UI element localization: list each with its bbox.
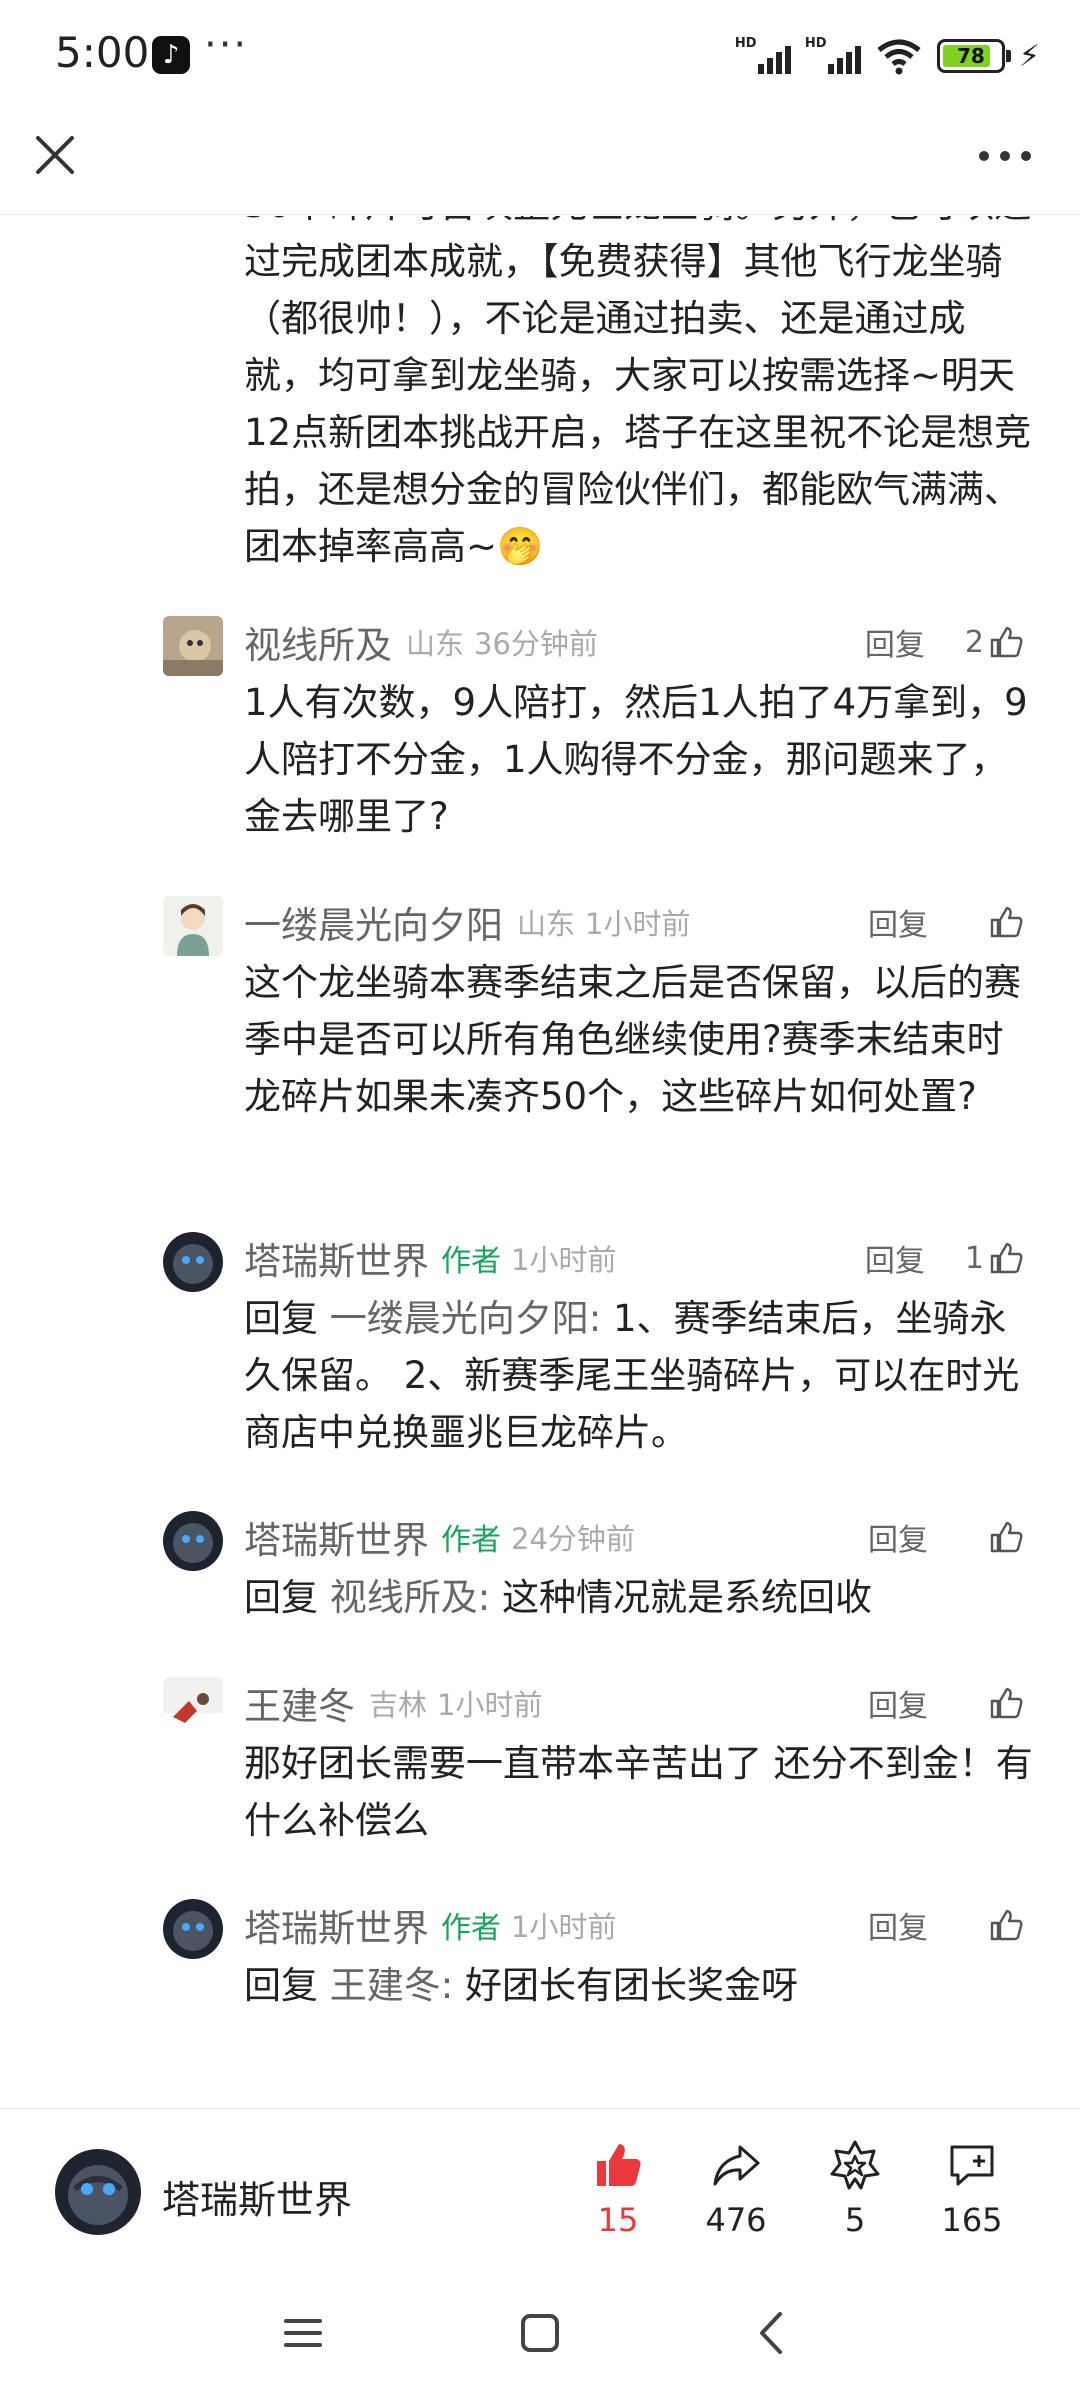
comment-author[interactable]: 塔瑞斯世界	[244, 1231, 429, 1285]
comment-time: 1小时前	[511, 1910, 617, 1944]
reply-button[interactable]: 回复	[868, 1903, 928, 1947]
system-nav-bar	[0, 2268, 1080, 2400]
author-badge: 作者	[441, 1523, 501, 1558]
tiktok-icon: ♪	[152, 36, 190, 74]
battery-icon: 78	[936, 39, 1011, 73]
comment-author[interactable]: 一缕晨光向夕阳	[244, 895, 503, 949]
comment-text: 这个龙坐骑本赛季结束之后是否保留，以后的赛季中是否可以所有角色继续使用?赛季末结…	[244, 961, 1021, 1118]
reply-button[interactable]: 回复	[868, 900, 928, 944]
back-icon[interactable]	[748, 2308, 798, 2358]
comment-text: 那好团长需要一直带本辛苦出了 还分不到金！有什么补偿么	[244, 1742, 1033, 1842]
favorite-count: 5	[844, 2201, 866, 2239]
avatar[interactable]	[163, 616, 223, 676]
post-text: 50个碎片可召唤整兆巨龙坐骑。另外，也可以通过完成团本成就，【免费获得】其他飞行…	[244, 216, 1032, 568]
reply-button[interactable]: 回复	[865, 620, 925, 664]
like-count: 2	[964, 624, 984, 660]
status-more-indicator: ···	[204, 22, 249, 68]
comment-button[interactable]: 165	[922, 2139, 1022, 2239]
reply-button[interactable]: 回复	[868, 1681, 928, 1725]
battery-level: 78	[957, 44, 985, 68]
mention-link[interactable]: 一缕晨光向夕阳:	[330, 1297, 601, 1340]
author-avatar[interactable]	[55, 2149, 141, 2235]
share-button[interactable]: 476	[686, 2139, 786, 2239]
thumbs-up-icon[interactable]	[988, 624, 1024, 660]
signal-icon: HD	[805, 36, 861, 76]
author-name[interactable]: 塔瑞斯世界	[162, 2169, 352, 2224]
favorite-button[interactable]: 5	[805, 2139, 905, 2239]
share-count: 476	[705, 2201, 767, 2239]
comment-feed[interactable]: 50个碎片可召唤整兆巨龙坐骑。另外，也可以通过完成团本成就，【免费获得】其他飞行…	[0, 216, 1080, 2106]
thumbs-up-icon[interactable]	[988, 1240, 1024, 1276]
comment-time: 1小时前	[585, 907, 691, 941]
like-count: 1	[964, 1240, 984, 1276]
comment-time: 1小时前	[437, 1688, 543, 1722]
mention-link[interactable]: 视线所及:	[330, 1576, 490, 1619]
comment-location: 吉林	[369, 1688, 428, 1722]
comment-count: 165	[941, 2201, 1003, 2239]
top-nav	[0, 110, 1080, 215]
avatar[interactable]	[163, 1899, 223, 1959]
comment-location: 山东	[406, 627, 465, 661]
reply-button[interactable]: 回复	[868, 1515, 928, 1559]
close-icon[interactable]	[30, 130, 80, 180]
home-icon[interactable]	[515, 2308, 565, 2358]
mention-link[interactable]: 王建冬:	[330, 1964, 453, 2007]
like-count: 15	[597, 2201, 639, 2239]
comment-author[interactable]: 塔瑞斯世界	[244, 1510, 429, 1564]
charging-icon: ⚡	[1018, 38, 1040, 74]
comment-author[interactable]: 塔瑞斯世界	[244, 1898, 429, 1952]
avatar[interactable]	[163, 1677, 223, 1737]
wifi-icon	[877, 39, 921, 75]
author-badge: 作者	[441, 1911, 501, 1946]
menu-icon[interactable]	[278, 2308, 328, 2358]
comment-text: 1人有次数，9人陪打，然后1人拍了4万拿到，9人陪打不分金，1人购得不分金，那问…	[244, 681, 1028, 838]
signal-icon: HD	[735, 36, 791, 76]
thumbs-up-icon[interactable]	[988, 1519, 1024, 1555]
comment-author[interactable]: 王建冬	[244, 1676, 355, 1730]
reply-button[interactable]: 回复	[865, 1236, 925, 1280]
author-badge: 作者	[441, 1244, 501, 1279]
thumbs-up-icon[interactable]	[988, 904, 1024, 940]
comment-time: 24分钟前	[511, 1522, 635, 1556]
share-icon	[713, 2145, 760, 2186]
thumbs-up-icon[interactable]	[988, 1907, 1024, 1943]
comment-text: 回复 视线所及: 这种情况就是系统回收	[244, 1576, 872, 1619]
comment-add-icon	[950, 2145, 994, 2186]
comment-location: 山东	[517, 907, 576, 941]
comment-time: 36分钟前	[474, 627, 598, 661]
thumbs-up-icon	[597, 2144, 641, 2186]
comment-text: 回复 王建冬: 好团长有团长奖金呀	[244, 1964, 798, 2007]
comment-author[interactable]: 视线所及	[244, 615, 392, 669]
avatar[interactable]	[163, 896, 223, 956]
more-dots-icon[interactable]	[970, 138, 1040, 174]
comment-time: 1小时前	[511, 1243, 617, 1277]
like-button[interactable]: 15	[568, 2139, 668, 2239]
star-badge-icon	[830, 2140, 880, 2190]
avatar[interactable]	[163, 1511, 223, 1571]
status-time: 5:00	[55, 28, 150, 77]
thumbs-up-icon[interactable]	[988, 1685, 1024, 1721]
comment-text: 回复 一缕晨光向夕阳: 1、赛季结束后，坐骑永久保留。 2、新赛季尾王坐骑碎片，…	[244, 1297, 1020, 1454]
status-bar: 5:00 ♪ ··· HD HD 78 ⚡	[0, 0, 1080, 110]
avatar[interactable]	[163, 1232, 223, 1292]
post-action-bar: 塔瑞斯世界 15 476 5 165	[0, 2108, 1080, 2268]
